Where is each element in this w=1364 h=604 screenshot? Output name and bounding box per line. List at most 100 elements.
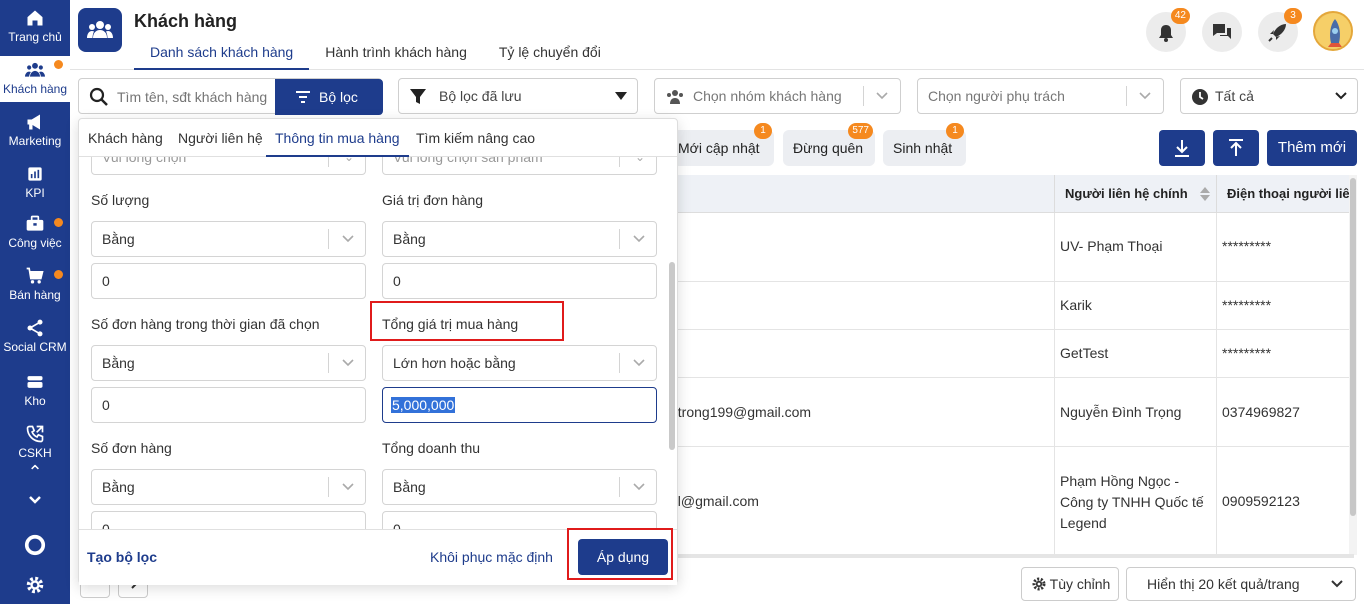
cut-select-left[interactable]: Vui lòng chọn ⌄ [91,157,366,175]
tab-conversion-rate[interactable]: Tỷ lệ chuyển đổi [483,38,617,70]
horizontal-scrollbar[interactable] [670,554,1354,558]
avatar[interactable] [1313,11,1353,51]
sidebar-scroll-up-button[interactable]: ⌃ [0,462,70,484]
sidebar-item-social-crm[interactable]: Social CRM [0,318,70,362]
reset-default-link[interactable]: Khôi phục mặc định [430,549,553,565]
tab-purchase-info[interactable]: Thông tin mua hàng [266,119,409,157]
tab-customer-journey[interactable]: Hành trình khách hàng [309,38,483,70]
chip-count-badge: 1 [946,123,964,139]
clock-icon [1192,89,1208,105]
total-revenue-input[interactable]: 0 [382,511,657,529]
table-row[interactable]: GetTest ********* [670,330,1354,378]
order-count-input[interactable]: 0 [91,511,366,529]
table-row[interactable]: ntrong199@gmail.com Nguyễn Đình Trọng 03… [670,378,1354,447]
page-size-select[interactable]: Hiển thị 20 kết quả/trang [1126,567,1356,601]
select-value: Bằng [102,479,135,495]
search-box: Bộ lọc [78,78,383,115]
settings-button[interactable] [0,574,70,598]
header-label: Người liên hệ chính [1065,186,1188,201]
total-purchase-value-input[interactable]: 5,000,000 [382,387,657,423]
chevron-down-icon [342,483,354,491]
download-button[interactable] [1159,130,1205,166]
notifications-button[interactable]: 42 [1146,8,1190,52]
sidebar-item-customer-care[interactable]: CSKH [0,424,70,458]
divider [328,157,329,167]
cell-email: ntrong199@gmail.com [670,404,812,420]
create-filter-link[interactable]: Tạo bộ lọc [87,549,157,565]
notification-dot [54,218,63,227]
search-input[interactable] [117,87,269,107]
rocket-count-badge: 3 [1284,8,1302,24]
select-value: Vui lòng chọn [102,157,187,165]
filter-panel: Khách hàng Người liên hệ Thông tin mua h… [78,118,678,585]
sidebar-item-home[interactable]: Trang chủ [0,6,70,52]
sidebar-item-label: Khách hàng [2,82,68,96]
sidebar-item-kpi[interactable]: KPI [0,164,70,208]
sidebar-item-tasks[interactable]: Công việc [0,214,70,258]
users-icon [87,21,113,38]
owner-select[interactable]: Chọn người phụ trách [917,78,1164,114]
warehouse-icon [27,376,43,388]
share-icon [27,319,43,337]
upload-button[interactable] [1213,130,1259,166]
table-header-cell [670,175,1054,213]
customer-group-select[interactable]: Chọn nhóm khách hàng [654,78,901,114]
filter-button[interactable]: Bộ lọc [275,79,383,115]
notification-count-badge: 42 [1170,8,1190,24]
field-label-quantity: Số lượng [91,192,150,208]
chip-dont-forget[interactable]: Đừng quên 577 [783,123,875,166]
chip-label: Sinh nhật [893,140,953,156]
tab-customer[interactable]: Khách hàng [79,119,172,157]
chevron-down-icon: ⌄ [634,157,645,164]
panel-scrollbar-thumb[interactable] [669,262,675,450]
divider [328,353,329,373]
order-value-operator-select[interactable]: Bằng [382,221,657,257]
sidebar-scroll-down-button[interactable] [0,492,70,516]
order-value-input[interactable]: 0 [382,263,657,299]
sidebar-item-sales[interactable]: Bán hàng [0,266,70,310]
total-revenue-operator-select[interactable]: Bằng [382,469,657,505]
select-value: Bằng [102,231,135,247]
sort-icon[interactable] [1200,187,1210,201]
cut-select-product[interactable]: Vui lòng chọn sản phẩm ⌄ [382,157,657,175]
tab-contact[interactable]: Người liên hệ [169,119,272,157]
sidebar-item-customers[interactable]: Khách hàng [0,56,70,102]
filter-panel-body: Vui lòng chọn ⌄ Vui lòng chọn sản phẩm ⌄… [79,157,677,529]
time-range-value: Tất cả [1215,88,1254,104]
customize-button[interactable]: Tùy chỉnh [1021,567,1119,601]
cart-icon [26,267,44,284]
filter-button-label: Bộ lọc [319,89,358,105]
table-header-contact-phone[interactable]: Điện thoại người liên [1216,175,1354,213]
users-icon [667,90,683,104]
chip-birthday[interactable]: Sinh nhật 1 [883,123,966,166]
saved-filter-select[interactable]: Bộ lọc đã lưu [398,78,638,114]
table-scrollbar-thumb[interactable] [1350,178,1356,516]
order-count-operator-select[interactable]: Bằng [91,469,366,505]
filter-panel-tabs: Khách hàng Người liên hệ Thông tin mua h… [79,119,677,157]
sidebar-item-warehouse[interactable]: Kho [0,372,70,416]
table-header-main-contact[interactable]: Người liên hệ chính [1054,175,1216,213]
table-row[interactable]: UV- Phạm Thoại ********* [670,213,1354,282]
support-button[interactable] [0,534,70,558]
sidebar-item-marketing[interactable]: Marketing [0,112,70,156]
add-new-button[interactable]: Thêm mới [1267,130,1357,166]
orders-in-period-operator-select[interactable]: Bằng [91,345,366,381]
cell-phone: ********* [1222,297,1272,313]
select-value: Vui lòng chọn sản phẩm [393,157,543,165]
total-purchase-operator-select[interactable]: Lớn hơn hoặc bằng [382,345,657,381]
chat-button[interactable] [1202,12,1242,52]
sidebar-item-label: Marketing [8,134,62,148]
quantity-input[interactable]: 0 [91,263,366,299]
tab-advanced-search[interactable]: Tìm kiếm nâng cao [407,119,544,157]
rocket-button[interactable]: 3 [1258,8,1302,52]
cell-phone: 0909592123 [1222,493,1300,509]
table-row[interactable]: al@gmail.com Phạm Hồng Ngọc - Công ty TN… [670,447,1354,555]
quantity-operator-select[interactable]: Bằng [91,221,366,257]
time-range-select[interactable]: Tất cả [1180,78,1358,114]
table-row[interactable]: Karik ********* [670,282,1354,330]
owner-placeholder: Chọn người phụ trách [928,88,1065,104]
chip-label: Mới cập nhật [678,140,760,156]
tab-customer-list[interactable]: Danh sách khách hàng [134,38,310,70]
chip-recently-updated[interactable]: Mới cập nhật 1 [668,123,774,166]
orders-in-period-input[interactable]: 0 [91,387,366,423]
